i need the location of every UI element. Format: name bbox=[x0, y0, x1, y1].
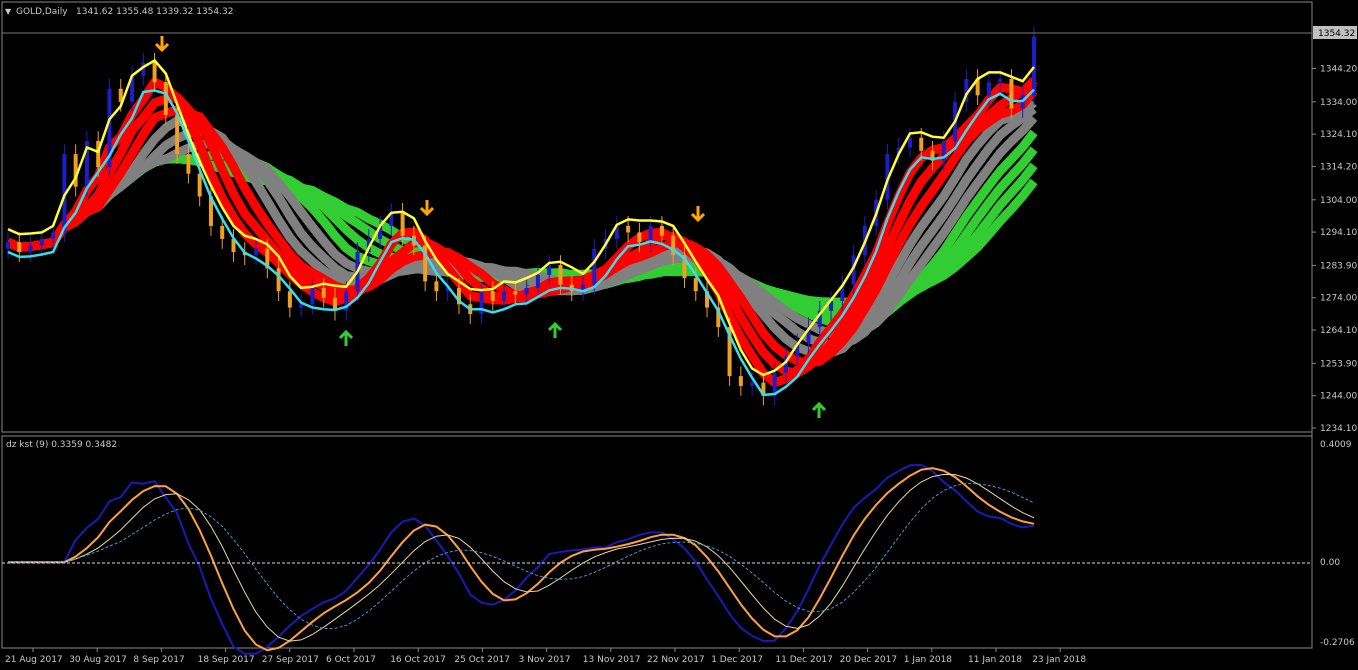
candle-body bbox=[919, 137, 924, 151]
candle-body bbox=[175, 114, 180, 155]
date-tick-label: 1 Dec 2017 bbox=[711, 655, 763, 665]
candle-body bbox=[310, 287, 315, 305]
date-tick-label: 11 Jan 2018 bbox=[968, 655, 1022, 665]
price-panel[interactable] bbox=[1, 1, 1313, 433]
candle-body bbox=[998, 78, 1003, 83]
candle-body bbox=[28, 245, 33, 253]
candle-body bbox=[1009, 78, 1014, 109]
candle-body bbox=[502, 291, 507, 301]
price-tick-label: 1264.10 bbox=[1320, 326, 1357, 336]
candle-body bbox=[39, 238, 44, 246]
candle-body bbox=[299, 304, 304, 308]
date-tick-label: 23 Jan 2018 bbox=[1032, 655, 1086, 665]
candle-body bbox=[637, 232, 642, 243]
symbol-label: GOLD,Daily bbox=[16, 7, 68, 17]
price-tick-label: 1324.10 bbox=[1320, 130, 1357, 140]
date-tick-label: 1 Jan 2018 bbox=[904, 655, 952, 665]
date-tick-label: 20 Dec 2017 bbox=[840, 655, 898, 665]
candle-body bbox=[276, 268, 281, 292]
candle-body bbox=[547, 265, 552, 275]
date-tick-label: 6 Oct 2017 bbox=[326, 655, 376, 665]
candle-body bbox=[648, 225, 653, 243]
candle-body bbox=[907, 137, 912, 148]
candle-body bbox=[287, 291, 292, 308]
candle-body bbox=[1032, 36, 1036, 96]
date-tick-label: 3 Nov 2017 bbox=[519, 655, 571, 665]
indicator-y-axis: 0.4009 0.00 -0.2706 bbox=[1320, 440, 1355, 648]
candle-body bbox=[321, 287, 326, 298]
date-tick-label: 22 Nov 2017 bbox=[647, 655, 705, 665]
price-tick-label: 1244.00 bbox=[1320, 392, 1357, 402]
current-price-tag-text: 1354.32 bbox=[1318, 29, 1355, 39]
date-tick-label: 16 Oct 2017 bbox=[390, 655, 446, 665]
date-tick-label: 21 Aug 2017 bbox=[5, 655, 63, 665]
candle-body bbox=[513, 291, 518, 295]
price-tick-label: 1234.10 bbox=[1320, 424, 1357, 434]
indicator-title: dz kst (9) 0.3359 0.3482 bbox=[6, 440, 117, 450]
price-tick-label: 1344.20 bbox=[1320, 65, 1357, 75]
candle-body bbox=[558, 265, 563, 285]
price-tick-label: 1283.90 bbox=[1320, 261, 1357, 271]
price-tick-label: 1253.90 bbox=[1320, 359, 1357, 369]
price-tick-label: 1294.10 bbox=[1320, 228, 1357, 238]
candle-body bbox=[254, 248, 259, 256]
date-tick-label: 27 Sep 2017 bbox=[262, 655, 319, 665]
date-tick-label: 13 Nov 2017 bbox=[583, 655, 641, 665]
date-tick-label: 8 Sep 2017 bbox=[133, 655, 184, 665]
candle-body bbox=[524, 287, 529, 295]
candle-body bbox=[197, 173, 202, 197]
candle-body bbox=[750, 382, 755, 386]
indicator-tick-label: 0.00 bbox=[1320, 558, 1340, 568]
price-y-axis: 1344.20 1334.00 1324.10 1314.20 1304.00 1294.… bbox=[1312, 65, 1357, 434]
date-tick-label: 18 Sep 2017 bbox=[198, 655, 255, 665]
price-tick-label: 1304.00 bbox=[1320, 196, 1357, 206]
trading-chart[interactable]: 1354.32 ▼ GOLD,Daily 1341.62 1355.48 133… bbox=[0, 0, 1358, 670]
ohlc-readout: 1341.62 1355.48 1339.32 1354.32 bbox=[76, 7, 233, 17]
candle-body bbox=[400, 212, 405, 236]
candle-body bbox=[17, 242, 22, 253]
chevron-down-icon[interactable]: ▼ bbox=[5, 7, 12, 16]
candle-body bbox=[592, 248, 597, 285]
candle-body bbox=[671, 235, 676, 256]
price-tick-label: 1314.20 bbox=[1320, 162, 1357, 172]
indicator-panel[interactable] bbox=[1, 435, 1313, 649]
time-x-axis: 21 Aug 2017 30 Aug 2017 8 Sep 2017 18 Sep 2… bbox=[5, 648, 1086, 665]
candle-body bbox=[535, 274, 540, 288]
candle-body bbox=[986, 82, 991, 96]
candle-body bbox=[434, 281, 439, 292]
candle-body bbox=[659, 225, 664, 236]
candle-body bbox=[152, 62, 157, 83]
candle-body bbox=[626, 225, 631, 233]
candle-body bbox=[51, 232, 56, 239]
indicator-tick-label: 0.4009 bbox=[1320, 440, 1352, 450]
date-tick-label: 30 Aug 2017 bbox=[69, 655, 127, 665]
indicator-tick-label: -0.2706 bbox=[1320, 638, 1355, 648]
candle-body bbox=[693, 278, 698, 292]
price-tick-label: 1334.00 bbox=[1320, 98, 1357, 108]
candle-body bbox=[6, 242, 10, 249]
date-tick-label: 25 Oct 2017 bbox=[454, 655, 510, 665]
price-tick-label: 1274.00 bbox=[1320, 294, 1357, 304]
date-tick-label: 11 Dec 2017 bbox=[775, 655, 833, 665]
candle-body bbox=[738, 376, 743, 386]
candle-body bbox=[186, 154, 191, 174]
candle-body bbox=[220, 225, 225, 239]
candle-body bbox=[490, 291, 495, 301]
